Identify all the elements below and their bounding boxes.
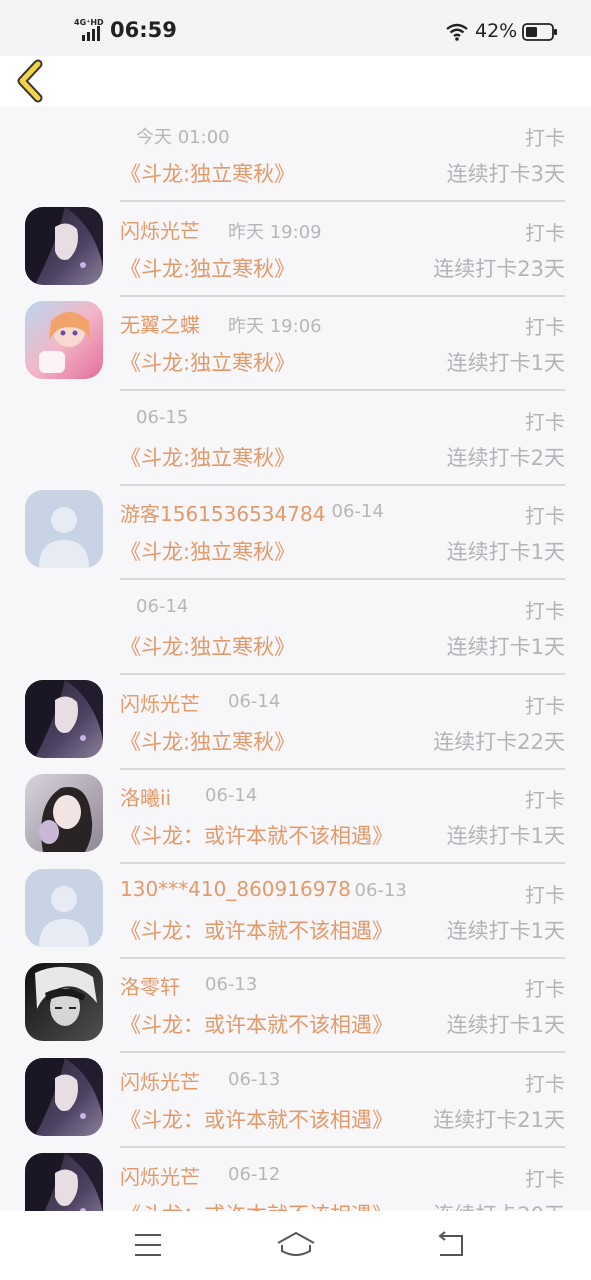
list-item[interactable]: 洛零轩 06-13 打卡 《斗龙：或许本就不该相遇》 连续打卡1天 (0, 861, 591, 1054)
wifi-icon (446, 23, 468, 41)
system-nav-bar (0, 1211, 591, 1280)
list-item[interactable]: 130***410_860916978 06-13 打卡 《斗龙：或许本就不该相遇》连… (0, 767, 591, 959)
list-item[interactable]: 洛曦ii 06-14 打卡 《斗龙：或许本就不该相遇》 连续打卡1天 (0, 672, 591, 865)
battery-percent: 42% (475, 20, 518, 42)
list-item[interactable]: 无翼之蝶 昨天 19:06 打卡 《斗龙:独立寒秋》 连续打卡1天 (0, 199, 591, 392)
battery-icon (522, 23, 557, 41)
signal-icon (82, 26, 100, 41)
checkin-list[interactable]: 今天 01:00 打卡 《斗龙:独立寒秋》 连续打卡3天 闪烁光芒 昨天 19:09 打卡… (0, 106, 591, 1211)
list-item[interactable]: 闪烁光芒 06-14 打卡 《斗龙:独立寒秋》 连续打卡22天 (0, 578, 591, 770)
header (0, 56, 591, 106)
back-button[interactable] (10, 58, 54, 104)
divider (120, 1146, 565, 1148)
checkin-date: 06-12 (228, 1163, 281, 1185)
list-item[interactable]: 游客1561536534784 06-14 打卡 《斗龙:独立寒秋》 连续打卡1天 (0, 388, 591, 581)
status-bar: 4G⁺HD 06:59 42% (0, 0, 591, 56)
action-label: 打卡 (525, 1166, 565, 1191)
streak-count: 连续打卡20天 (433, 1199, 565, 1211)
book-title[interactable]: 《斗龙：或许本就不该相遇》 (120, 1199, 393, 1211)
menu-icon[interactable] (128, 1229, 168, 1261)
home-icon[interactable] (276, 1229, 316, 1261)
anime-avatar-icon (25, 1152, 103, 1211)
status-time: 06:59 (110, 18, 177, 42)
chevron-left-icon (17, 59, 43, 103)
list-item[interactable]: 闪烁光芒 06-13 打卡 《斗龙：或许本就不该相遇》 连续打卡21天 (0, 956, 591, 1148)
back-icon[interactable] (432, 1229, 472, 1261)
user-name[interactable]: 闪烁光芒 (120, 1161, 200, 1190)
list-item[interactable]: 06-14 打卡 《斗龙:独立寒秋》 连续打卡1天 (0, 483, 591, 675)
list-item[interactable]: 闪烁光芒 06-12 打卡《斗龙：或许本就不该相遇》 连续打卡20天 (0, 1051, 591, 1211)
avatar[interactable] (25, 1152, 103, 1211)
list-item[interactable]: 闪烁光芒 昨天 19:09 打卡 《斗龙:独立寒秋》 连续打卡23天 (0, 106, 591, 297)
list-item[interactable]: 06-15 打卡 《斗龙:独立寒秋》 连续打卡2天 (0, 294, 591, 486)
